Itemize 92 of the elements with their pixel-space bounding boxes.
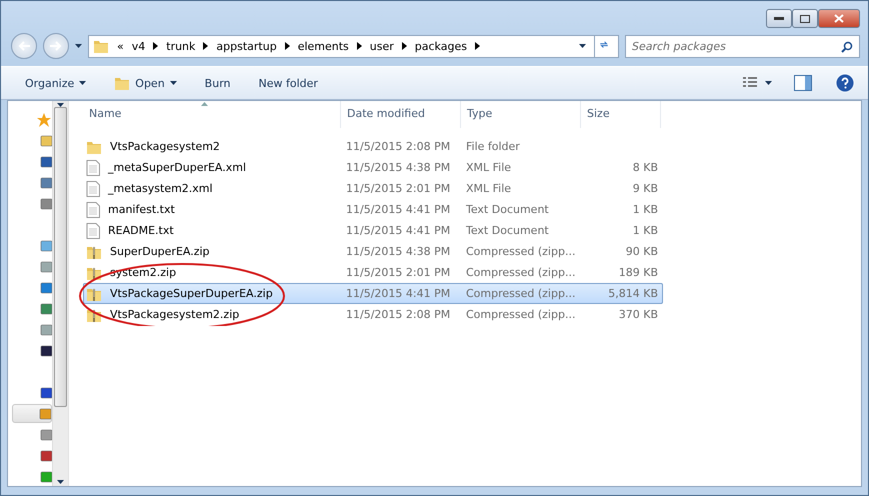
back-button[interactable] xyxy=(11,33,37,59)
file-name: VtsPackageSuperDuperEA.zip xyxy=(109,287,274,300)
sort-ascending-icon xyxy=(201,102,208,106)
breadcrumb[interactable]: v4 xyxy=(132,40,146,52)
breadcrumb-arrow-icon[interactable] xyxy=(153,42,158,50)
file-type: Compressed (zipp... xyxy=(465,245,576,258)
folder-icon xyxy=(114,75,130,91)
date-modified: 11/5/2015 4:38 PM xyxy=(345,161,452,174)
breadcrumb[interactable]: user xyxy=(370,40,394,52)
column-header[interactable]: Name xyxy=(83,101,341,128)
view-caret-icon xyxy=(765,81,772,85)
file-size: 1 KB xyxy=(632,203,659,216)
breadcrumb[interactable]: trunk xyxy=(166,40,196,52)
address-bar[interactable]: « v4 trunk appstartup elements user packages xyxy=(88,34,619,58)
column-header[interactable]: Size xyxy=(581,101,661,128)
file-type: Compressed (zipp... xyxy=(465,308,576,321)
file-type: XML File xyxy=(465,182,512,195)
date-modified: 11/5/2015 4:41 PM xyxy=(345,203,452,216)
preview-pane-icon[interactable] xyxy=(794,75,812,91)
date-modified: 11/5/2015 4:38 PM xyxy=(345,245,452,258)
overflow-chevron[interactable]: « xyxy=(117,40,124,52)
back-arrow-icon xyxy=(18,41,30,51)
toolbar-button[interactable]: Burn xyxy=(194,72,240,94)
file-type: Compressed (zipp... xyxy=(465,266,576,279)
file-type: XML File xyxy=(465,161,512,174)
file-name: SuperDuperEA.zip xyxy=(109,245,211,258)
column-header[interactable]: Type xyxy=(461,101,581,128)
breadcrumb[interactable]: elements xyxy=(298,40,349,52)
folder-icon xyxy=(93,38,109,54)
breadcrumb-arrow-icon[interactable] xyxy=(474,42,480,50)
date-modified: 11/5/2015 2:08 PM xyxy=(345,140,452,153)
file-name: VtsPackagesystem2.zip xyxy=(109,308,240,321)
breadcrumb-arrow-icon[interactable] xyxy=(284,42,290,50)
file-name: _metasystem2.xml xyxy=(106,182,214,195)
file-name: manifest.txt xyxy=(107,203,176,216)
maximize-button[interactable] xyxy=(792,9,818,28)
date-modified: 11/5/2015 2:08 PM xyxy=(345,308,452,321)
file-name: _metaSuperDuperEA.xml xyxy=(106,161,248,174)
breadcrumb-arrow-icon[interactable] xyxy=(356,42,362,50)
file-type: File folder xyxy=(465,140,521,153)
file-type: Compressed (zipp... xyxy=(465,287,576,300)
file-size: 8 KB xyxy=(632,161,659,174)
search-field[interactable]: Search packages xyxy=(625,34,860,58)
file-row[interactable]: SuperDuperEA.zip 11/5/2015 4:38 PM Compressed (zipp... 90 KB xyxy=(83,241,663,262)
forward-button[interactable] xyxy=(43,33,69,59)
breadcrumb[interactable]: appstartup xyxy=(216,40,277,52)
close-button[interactable] xyxy=(818,9,860,28)
file-row[interactable]: VtsPackagesystem2 11/5/2015 2:08 PM File folder xyxy=(83,136,663,157)
file-type: Text Document xyxy=(465,203,550,216)
file-size: 9 KB xyxy=(632,182,659,195)
scrollbar[interactable] xyxy=(52,101,68,486)
file-type: Text Document xyxy=(465,224,550,237)
file-size: 5,814 KB xyxy=(607,287,659,300)
toolbar-button[interactable]: New folder xyxy=(248,72,328,94)
address-dropdown-caret-icon xyxy=(579,44,586,48)
file-size: 189 KB xyxy=(618,266,659,279)
file-name: VtsPackagesystem2 xyxy=(109,140,221,153)
file-row[interactable]: VtsPackageSuperDuperEA.zip 11/5/2015 4:41 PM Compressed (zipp... 5,814 KB xyxy=(83,283,663,304)
file-name: system2.zip xyxy=(109,266,178,279)
forward-arrow-icon xyxy=(50,41,62,51)
date-modified: 11/5/2015 4:41 PM xyxy=(345,224,452,237)
view-options-icon[interactable] xyxy=(743,77,757,89)
file-row[interactable]: manifest.txt 11/5/2015 4:41 PM Text Document 1 KB xyxy=(83,199,663,220)
file-row[interactable]: VtsPackagesystem2.zip 11/5/2015 2:08 PM Compressed (zipp... 370 KB xyxy=(83,304,663,325)
search-icon xyxy=(841,40,853,52)
file-row[interactable]: _metasystem2.xml 11/5/2015 2:01 PM XML File 9 KB xyxy=(83,178,663,199)
maximize-icon xyxy=(800,14,810,22)
star-icon[interactable] xyxy=(36,112,52,128)
close-icon xyxy=(834,14,844,23)
date-modified: 11/5/2015 4:41 PM xyxy=(345,287,452,300)
file-name: README.txt xyxy=(107,224,175,237)
breadcrumb[interactable]: packages xyxy=(414,40,467,52)
file-size: 90 KB xyxy=(624,245,659,258)
help-icon[interactable] xyxy=(836,74,854,92)
minimize-button[interactable] xyxy=(766,9,792,28)
toolbar-button[interactable]: Organize xyxy=(15,72,96,94)
breadcrumb-arrow-icon[interactable] xyxy=(203,42,208,50)
recent-pages-caret-icon xyxy=(75,44,82,48)
file-size: 1 KB xyxy=(632,224,659,237)
toolbar-button[interactable]: Open xyxy=(104,71,187,95)
column-header[interactable]: Date modified xyxy=(341,101,461,128)
minimize-icon xyxy=(774,17,784,20)
file-row[interactable]: _metaSuperDuperEA.xml 11/5/2015 4:38 PM XML File 8 KB xyxy=(83,157,663,178)
breadcrumb-arrow-icon[interactable] xyxy=(402,42,407,50)
date-modified: 11/5/2015 2:01 PM xyxy=(345,182,452,195)
file-row[interactable]: README.txt 11/5/2015 4:41 PM Text Document 1 KB xyxy=(83,220,663,241)
file-row[interactable]: system2.zip 11/5/2015 2:01 PM Compressed (zipp... 189 KB xyxy=(83,262,663,283)
date-modified: 11/5/2015 2:01 PM xyxy=(345,266,452,279)
file-size: 370 KB xyxy=(618,308,659,321)
folder-icon[interactable] xyxy=(40,134,52,148)
scrollbar-thumb[interactable] xyxy=(54,107,67,407)
scroll-down-icon xyxy=(57,480,64,484)
